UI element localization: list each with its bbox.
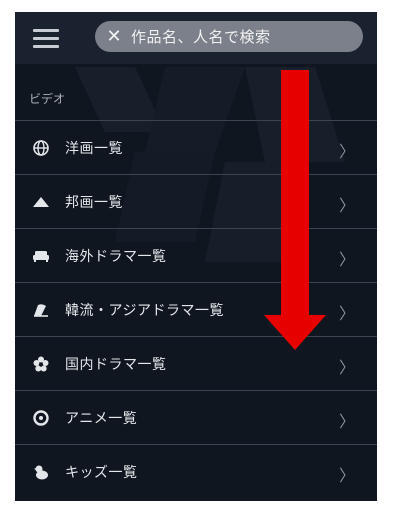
chevron-right-icon: 〉: [338, 358, 355, 377]
hamburger-menu-icon[interactable]: [33, 26, 63, 50]
chevron-right-icon: 〉: [338, 250, 355, 269]
section-title: ビデオ: [29, 92, 66, 106]
menu-item-label: 国内ドラマ一覧: [65, 356, 167, 373]
search-field[interactable]: ✕ 作品名、人名で検索: [95, 21, 363, 52]
menu-item-label: 海外ドラマ一覧: [65, 248, 167, 265]
chevron-right-icon: 〉: [338, 196, 355, 215]
menu-item-label: アニメ一覧: [65, 410, 138, 427]
menu-item-anime[interactable]: アニメ一覧 〉: [15, 390, 377, 444]
mountain-icon: [31, 192, 51, 212]
top-bar: ✕ 作品名、人名で検索: [15, 12, 377, 64]
menu-item-kids[interactable]: キッズ一覧 〉: [15, 444, 377, 498]
chevron-right-icon: 〉: [338, 304, 355, 323]
scroll-down-arrow: [264, 70, 326, 350]
menu-item-label: 洋画一覧: [65, 140, 123, 157]
menu-item-label: 韓流・アジアドラマ一覧: [65, 302, 224, 319]
sofa-icon: [31, 246, 51, 266]
anime-face-icon: [31, 408, 51, 428]
globe-icon: [31, 138, 51, 158]
menu-item-label: 邦画一覧: [65, 194, 123, 211]
chevron-right-icon: 〉: [338, 142, 355, 161]
menu-item-label: キッズ一覧: [65, 464, 138, 481]
chick-icon: [31, 462, 51, 482]
fan-icon: [31, 300, 51, 320]
search-input[interactable]: 作品名、人名で検索: [131, 26, 271, 47]
chevron-right-icon: 〉: [338, 466, 355, 485]
clear-icon[interactable]: ✕: [105, 21, 123, 52]
chevron-right-icon: 〉: [338, 412, 355, 431]
flower-icon: [31, 354, 51, 374]
